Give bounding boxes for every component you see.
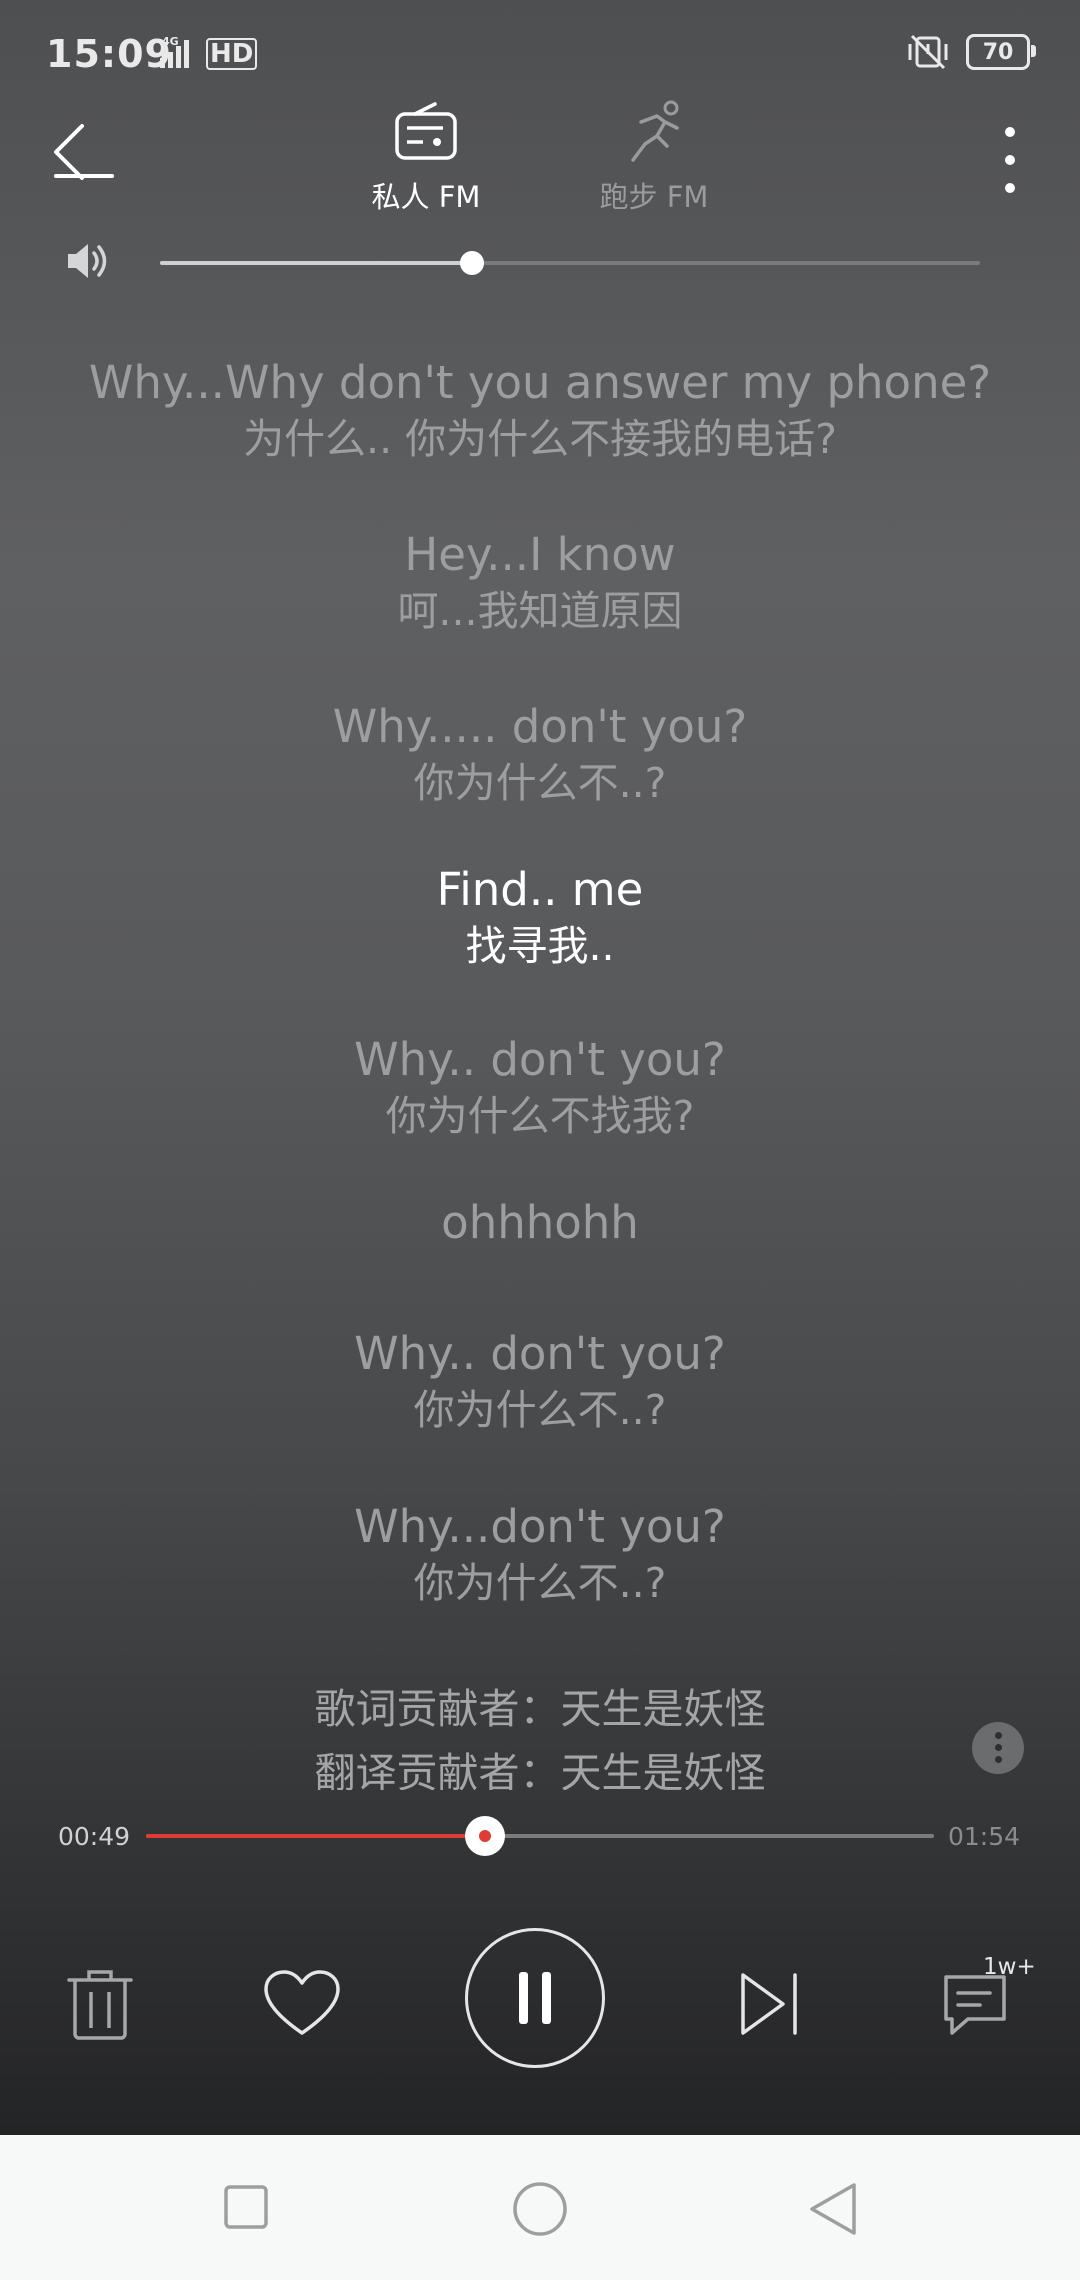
total-time: 01:54: [947, 1822, 1020, 1851]
triangle-back-icon: [810, 2183, 856, 2235]
translation-contributor: 翻译贡献者：天生是妖怪: [314, 1749, 766, 1790]
network-indicator: 4G HD: [152, 34, 258, 70]
back-nav-button[interactable]: [808, 2181, 858, 2237]
lyric-english: Why.. don't you?: [354, 1033, 726, 1086]
signal-icon: 4G: [160, 35, 189, 68]
progress-slider-fill: [146, 1834, 485, 1838]
lyrics-options-button[interactable]: [972, 1722, 1024, 1774]
volume-control: [0, 230, 1080, 290]
speaker-icon: [68, 244, 107, 278]
lyric-line: Why.. don't you? 你为什么不..?: [0, 1326, 1080, 1499]
lyric-english: Why...Why don't you answer my phone?: [88, 356, 992, 409]
delete-button[interactable]: [60, 1964, 140, 2044]
lyric-english: Why.. don't you?: [354, 1327, 726, 1380]
recents-button[interactable]: [224, 2185, 268, 2229]
lyric-line-current: Find.. me 找寻我..: [0, 862, 1080, 1032]
player-controls: [0, 1920, 1080, 2080]
comment-count-badge: 1w+: [983, 1954, 1036, 1980]
tab-running-fm[interactable]: 跑步 FM: [564, 100, 744, 216]
running-icon: [631, 100, 679, 162]
tab-running-fm-label: 跑步 FM: [599, 180, 709, 214]
lyric-line: ohhhohh: [0, 1195, 1080, 1326]
vibrate-icon: [908, 34, 948, 70]
volume-slider-fill: [160, 261, 472, 265]
lyric-chinese: 你为什么不..?: [413, 1386, 667, 1434]
lyrics-panel[interactable]: Why...Why don't you answer my phone? 为什么…: [0, 355, 1080, 1790]
volume-slider-thumb[interactable]: [459, 251, 484, 275]
lyric-line: Hey...I know 呵...我知道原因: [0, 527, 1080, 699]
pause-icon: [519, 1972, 551, 2024]
lyric-line: Why...don't you? 你为什么不..?: [0, 1499, 1080, 1681]
next-track-button[interactable]: [730, 1964, 810, 2044]
top-navigation: 私人 FM 跑步 FM: [0, 100, 1080, 230]
lyric-line: Why.. don't you? 你为什么不找我?: [0, 1032, 1080, 1195]
status-bar: 15:09 4G HD 70: [0, 0, 1080, 110]
battery-indicator: 70: [966, 34, 1036, 70]
pause-button[interactable]: [465, 1928, 605, 2068]
tab-private-fm-label: 私人 FM: [371, 180, 481, 214]
lyrics-contributor: 歌词贡献者：天生是妖怪: [314, 1685, 766, 1733]
lyric-chinese: 找寻我..: [465, 922, 615, 970]
tab-private-fm[interactable]: 私人 FM: [336, 100, 516, 216]
trash-icon: [67, 1970, 133, 2040]
lyric-chinese: 你为什么不..?: [413, 1559, 667, 1607]
skip-next-icon: [741, 1973, 797, 2035]
circle-icon: [513, 2182, 567, 2236]
status-right: 70: [906, 34, 1036, 70]
lyric-english: Why..... don't you?: [332, 700, 748, 753]
progress-slider-thumb[interactable]: [464, 1816, 505, 1856]
like-button[interactable]: [260, 1964, 344, 2044]
square-icon: [224, 2185, 268, 2229]
more-vertical-icon: [1005, 127, 1015, 193]
progress-slider[interactable]: [146, 1816, 934, 1856]
volume-slider[interactable]: [160, 251, 980, 275]
lyric-english: Find.. me: [436, 863, 644, 916]
lyric-chinese: 你为什么不找我?: [385, 1092, 695, 1140]
heart-icon: [264, 1970, 340, 2035]
lyric-english: Why...don't you?: [354, 1500, 726, 1553]
radio-icon: [395, 102, 457, 160]
back-arrow-icon: [54, 124, 114, 180]
system-navigation-bar: [0, 2135, 1080, 2280]
lyric-chinese: 呵...我知道原因: [397, 587, 683, 635]
lyric-english: Hey...I know: [404, 528, 676, 581]
lyric-chinese: 为什么.. 你为什么不接我的电话?: [243, 415, 837, 463]
lyric-english: ohhhohh: [441, 1196, 639, 1249]
volume-button[interactable]: [64, 240, 110, 286]
lyric-line: Why..... don't you? 你为什么不..?: [0, 699, 1080, 862]
battery-level: 70: [982, 39, 1014, 65]
home-button[interactable]: [512, 2181, 568, 2237]
lyric-line: Why...Why don't you answer my phone? 为什么…: [0, 355, 1080, 527]
current-time: 00:49: [58, 1822, 131, 1851]
playback-progress: 00:49 01:54: [0, 1810, 1080, 1860]
more-options-button[interactable]: [980, 120, 1040, 200]
back-button[interactable]: [48, 120, 128, 200]
hd-indicator: HD: [206, 38, 258, 70]
lyric-chinese: 你为什么不..?: [413, 759, 667, 807]
